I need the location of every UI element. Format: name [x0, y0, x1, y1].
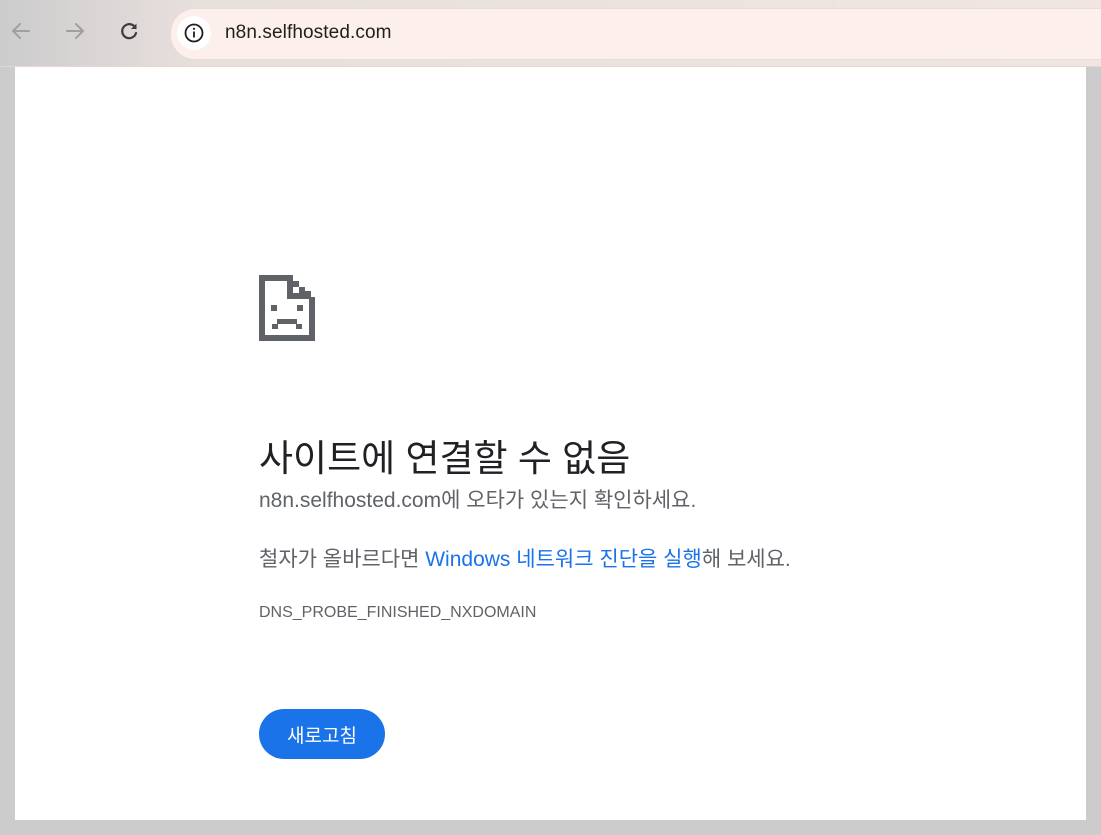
url-text[interactable]: n8n.selfhosted.com: [225, 22, 392, 44]
browser-toolbar: n8n.selfhosted.com: [0, 0, 1101, 67]
back-button[interactable]: [4, 14, 38, 48]
reload-button[interactable]: [112, 14, 146, 48]
arrow-right-icon: [66, 23, 84, 39]
spelling-prefix: 철자가 올바르다면: [259, 548, 426, 571]
reload-page-button[interactable]: 새로고침: [259, 709, 385, 759]
reload-icon: [121, 23, 138, 40]
check-typo-suffix: 에 오타가 있는지 확인하세요.: [441, 489, 697, 512]
sad-document-icon: [259, 275, 315, 341]
address-bar[interactable]: n8n.selfhosted.com: [170, 8, 1101, 60]
network-diagnostics-link[interactable]: Windows 네트워크 진단을 실행: [425, 548, 702, 571]
error-page: 사이트에 연결할 수 없음 n8n.selfhosted.com에 오타가 있는…: [15, 67, 1086, 820]
error-title: 사이트에 연결할 수 없음: [259, 437, 631, 479]
error-code: DNS_PROBE_FINISHED_NXDOMAIN: [259, 604, 537, 621]
diagnostics-message: 철자가 올바르다면 Windows 네트워크 진단을 실행해 보세요.: [259, 543, 791, 573]
info-icon: [184, 23, 204, 43]
check-typo-message: n8n.selfhosted.com에 오타가 있는지 확인하세요.: [259, 484, 696, 514]
domain-name: n8n.selfhosted.com: [259, 489, 442, 512]
forward-button[interactable]: [58, 14, 92, 48]
spelling-suffix: 해 보세요.: [701, 548, 791, 571]
arrow-left-icon: [12, 23, 30, 39]
site-info-button[interactable]: [177, 16, 211, 50]
